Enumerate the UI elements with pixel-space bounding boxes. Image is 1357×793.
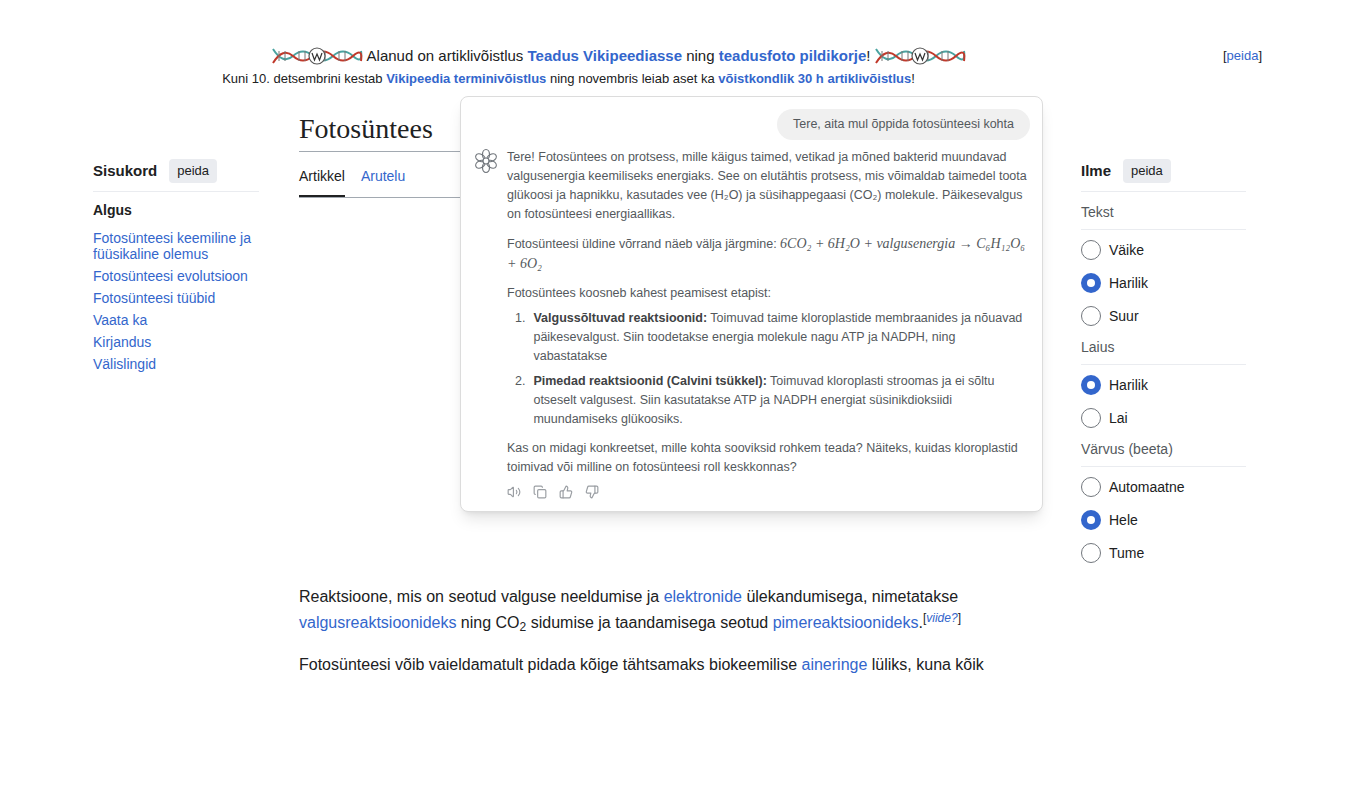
text: ning novembris leiab aset ka	[546, 71, 718, 86]
text: lüliks, kuna kõik	[867, 656, 984, 673]
radio-icon[interactable]	[1081, 306, 1101, 326]
toc-item[interactable]: Vaata ka	[93, 312, 259, 328]
toc-title: Sisukord	[93, 160, 157, 183]
appearance-group: Värvus (beeta) Automaatne Hele Tume	[1081, 439, 1246, 564]
group-label: Laius	[1081, 337, 1246, 365]
assistant-message: Tere! Fotosüntees on protsess, mille käi…	[507, 148, 1030, 499]
dna-icon	[874, 45, 966, 67]
radio-icon[interactable]	[1081, 477, 1101, 497]
text: !	[866, 47, 870, 64]
user-message: Tere, aita mul õppida fotosünteesi kohta	[777, 109, 1030, 140]
link[interactable]: teadusfoto pildikorje	[719, 47, 867, 64]
article-paragraph: Fotosünteesi võib vaieldamatult pidada k…	[299, 652, 1040, 678]
text: .	[918, 614, 922, 631]
link[interactable]: valgusreaktsioonideks	[299, 614, 456, 631]
hide-button[interactable]: peida	[1123, 159, 1171, 183]
citation-needed: [viide?]	[923, 611, 961, 625]
article-tab[interactable]: Artikkel	[299, 160, 345, 197]
radio-icon[interactable]	[1081, 240, 1101, 260]
hide-notice[interactable]: [peida]	[1223, 46, 1262, 66]
appearance-title: Ilme	[1081, 160, 1111, 183]
radio-option[interactable]: Hele	[1081, 510, 1246, 531]
group-label: Värvus (beeta)	[1081, 439, 1246, 467]
text: Fotosünteesi võib vaieldamatult pidada k…	[299, 656, 802, 673]
text: ülekandumisega, nimetatakse	[742, 588, 958, 605]
text: !	[911, 71, 915, 86]
toc-item[interactable]: Kirjandus	[93, 334, 259, 350]
notice-line: Kuni 10. detsembrini kestab Vikipeedia t…	[222, 69, 915, 89]
site-notice: Alanud on artiklivõistlus Teadus Vikipee…	[0, 0, 1357, 89]
appearance-group: Laius Harilik Lai	[1081, 337, 1246, 429]
link[interactable]: aineringe	[802, 656, 868, 673]
radio-option[interactable]: Väike	[1081, 240, 1246, 261]
dna-icon	[271, 45, 363, 67]
notice-line: Alanud on artiklivõistlus Teadus Vikipee…	[367, 45, 871, 67]
radio-icon[interactable]	[1081, 375, 1101, 395]
text: Alanud on artiklivõistlus	[367, 47, 528, 64]
toc-item[interactable]: Algus	[93, 202, 259, 218]
link[interactable]: elektronide	[664, 588, 742, 605]
toc-item[interactable]: Fotosünteesi keemiline ja füüsikaline ol…	[93, 230, 259, 262]
assistant-icon	[473, 148, 499, 174]
group-label: Tekst	[1081, 202, 1246, 230]
thumbs-up-icon[interactable]	[559, 485, 573, 499]
article-tab[interactable]: Arutelu	[361, 160, 405, 197]
radio-icon[interactable]	[1081, 408, 1101, 428]
radio-option[interactable]: Tume	[1081, 543, 1246, 564]
text: ning	[682, 47, 719, 64]
link[interactable]: Vikipeedia terminivõistlus	[386, 71, 546, 86]
text: sidumise ja taandamisega seotud	[526, 614, 772, 631]
radio-option[interactable]: Lai	[1081, 408, 1246, 429]
hide-button[interactable]: peida	[169, 159, 217, 183]
radio-icon[interactable]	[1081, 273, 1101, 293]
table-of-contents: Sisukord peida Algus Fotosünteesi keemiline…	[93, 101, 259, 694]
link[interactable]: pimereaktsioonideks	[773, 614, 919, 631]
radio-option[interactable]: Harilik	[1081, 375, 1246, 396]
text: ning CO	[456, 614, 519, 631]
stage-item: 2.Pimedad reaktsioonid (Calvini tsükkel)…	[507, 372, 1030, 429]
radio-option[interactable]: Suur	[1081, 306, 1246, 327]
stage-item: 1.Valgussõltuvad reaktsioonid: Toimuvad …	[507, 309, 1030, 366]
radio-icon[interactable]	[1081, 510, 1101, 530]
appearance-panel: Ilme peida Tekst Väike Harilik Suur Laius Haril…	[1081, 101, 1246, 694]
chat-panel: Tere, aita mul õppida fotosünteesi kohta…	[460, 96, 1043, 512]
subscript: 2	[520, 620, 527, 634]
speaker-icon[interactable]	[507, 485, 521, 499]
toc-item[interactable]: Fotosünteesi tüübid	[93, 290, 259, 306]
link[interactable]: võistkondlik 30 h artiklivõistlus	[718, 71, 911, 86]
appearance-group: Tekst Väike Harilik Suur	[1081, 202, 1246, 327]
radio-icon[interactable]	[1081, 543, 1101, 563]
link[interactable]: Teadus Vikipeediasse	[528, 47, 683, 64]
article-paragraph: Reaktsioone, mis on seotud valguse neeld…	[299, 584, 1040, 636]
text: Reaktsioone, mis on seotud valguse neeld…	[299, 588, 664, 605]
radio-option[interactable]: Automaatne	[1081, 477, 1246, 498]
copy-icon[interactable]	[533, 485, 547, 499]
page: Alanud on artiklivõistlus Teadus Vikipee…	[0, 0, 1357, 793]
toc-item[interactable]: Fotosünteesi evolutsioon	[93, 268, 259, 284]
text: Kuni 10. detsembrini kestab	[222, 71, 386, 86]
radio-option[interactable]: Harilik	[1081, 273, 1246, 294]
equation: 6CO₂ + 6H₂O + valgusenergia → C₆H₁₂O₆ + …	[507, 236, 1025, 271]
thumbs-down-icon[interactable]	[585, 485, 599, 499]
toc-item[interactable]: Välislingid	[93, 356, 259, 372]
link[interactable]: viide?	[926, 611, 957, 625]
